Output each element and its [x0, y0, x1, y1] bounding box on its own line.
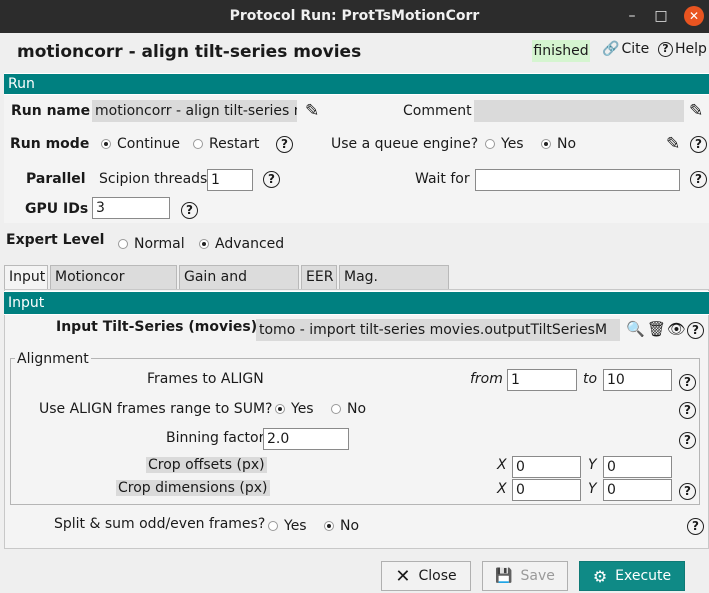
- queue-help-icon[interactable]: ?: [690, 136, 707, 153]
- save-button[interactable]: 💾 Save: [482, 561, 568, 591]
- expert-level-label: Expert Level: [6, 232, 105, 248]
- to-label: to: [583, 371, 598, 387]
- threads-label: Scipion threads: [99, 171, 208, 187]
- minimize-icon[interactable]: –: [622, 6, 642, 26]
- crop-offsets-x-label: X: [497, 457, 507, 473]
- save-icon: 💾: [495, 568, 513, 584]
- search-icon[interactable]: 🔍: [626, 320, 645, 338]
- binning-label: Binning factor: [166, 430, 265, 446]
- maximize-icon[interactable]: □: [651, 6, 671, 26]
- comment-label: Comment: [403, 103, 472, 119]
- run-mode-restart[interactable]: Restart: [193, 136, 259, 152]
- window-title: Protocol Run: ProtTsMotionCorr: [229, 8, 480, 24]
- radio-checked-icon: [101, 139, 111, 149]
- expert-normal[interactable]: Normal: [118, 236, 185, 252]
- queue-label: Use a queue engine?: [331, 136, 479, 152]
- comment-field[interactable]: [474, 100, 684, 122]
- edit-run-name-icon[interactable]: ✎: [305, 101, 319, 121]
- alignment-legend: Alignment: [15, 351, 91, 367]
- window-titlebar: Protocol Run: ProtTsMotionCorr – □ ✕: [0, 0, 709, 33]
- frames-from-input[interactable]: 1: [507, 369, 577, 391]
- split-sum-help-icon[interactable]: ?: [687, 518, 704, 535]
- run-mode-continue[interactable]: Continue: [101, 136, 180, 152]
- binning-input[interactable]: 2.0: [263, 428, 349, 450]
- run-mode-help-icon[interactable]: ?: [276, 136, 293, 153]
- queue-yes[interactable]: Yes: [485, 136, 524, 152]
- eye-icon[interactable]: 👁: [667, 320, 686, 338]
- gear-icon: ⚙: [592, 566, 608, 586]
- cite-label: Cite: [621, 41, 650, 57]
- crop-offsets-y-label: Y: [588, 457, 597, 473]
- radio-checked-icon: [541, 139, 551, 149]
- trash-icon[interactable]: 🗑: [647, 320, 666, 338]
- radio-unchecked-icon: [193, 139, 203, 149]
- sum-range-label: Use ALIGN frames range to SUM?: [39, 401, 273, 417]
- radio-checked-icon: [199, 239, 209, 249]
- crop-dims-y-input[interactable]: 0: [603, 479, 672, 501]
- wait-for-help-icon[interactable]: ?: [690, 171, 707, 188]
- radio-checked-icon: [275, 404, 285, 414]
- sum-range-no[interactable]: No: [331, 401, 366, 417]
- threads-help-icon[interactable]: ?: [263, 171, 280, 188]
- split-sum-label: Split & sum odd/even frames?: [54, 516, 266, 532]
- crop-dims-x-input[interactable]: 0: [512, 479, 581, 501]
- crop-offsets-x-input[interactable]: 0: [512, 456, 581, 478]
- run-name-label: Run name: [11, 103, 91, 119]
- help-label: Help: [675, 41, 707, 57]
- gpu-ids-input[interactable]: 3: [92, 197, 170, 219]
- frames-to-align-label: Frames to ALIGN: [147, 371, 264, 387]
- help-icon: ?: [658, 41, 673, 57]
- sum-range-help-icon[interactable]: ?: [679, 402, 696, 419]
- radio-checked-icon: [324, 521, 334, 531]
- split-sum-yes[interactable]: Yes: [268, 518, 307, 534]
- queue-no[interactable]: No: [541, 136, 576, 152]
- run-mode-label: Run mode: [10, 136, 90, 152]
- tab-gain-and-defects[interactable]: Gain and defects: [179, 265, 299, 307]
- edit-queue-icon[interactable]: ✎: [666, 134, 680, 154]
- edit-comment-icon[interactable]: ✎: [689, 101, 703, 121]
- threads-input[interactable]: 1: [207, 169, 253, 191]
- wait-for-label: Wait for: [415, 171, 470, 187]
- execute-button[interactable]: ⚙ Execute: [579, 561, 685, 591]
- close-window-icon[interactable]: ✕: [684, 6, 704, 26]
- input-tilt-series-field[interactable]: tomo - import tilt-series movies.outputT…: [256, 319, 620, 341]
- radio-unchecked-icon: [118, 239, 128, 249]
- tab-eer[interactable]: EER: [301, 265, 337, 289]
- tab-mag-correction[interactable]: Mag. correction: [339, 265, 449, 307]
- input-section-header: Input: [4, 291, 709, 315]
- run-name-field[interactable]: motioncorr - align tilt-series mo: [92, 100, 297, 122]
- cite-button[interactable]: 🔗 Cite: [602, 41, 649, 57]
- crop-offsets-label: Crop offsets (px): [146, 457, 267, 473]
- crop-dimensions-label: Crop dimensions (px): [116, 480, 270, 496]
- tab-motioncor-params[interactable]: Motioncor params: [50, 265, 177, 307]
- tab-input[interactable]: Input: [4, 265, 48, 289]
- close-button[interactable]: ✕ Close: [381, 561, 471, 591]
- crop-dims-x-label: X: [497, 481, 507, 497]
- parallel-label: Parallel: [26, 171, 86, 187]
- gpu-ids-help-icon[interactable]: ?: [181, 202, 198, 219]
- crop-dims-y-label: Y: [588, 481, 597, 497]
- protocol-title: motioncorr - align tilt-series movies: [17, 42, 362, 62]
- split-sum-no[interactable]: No: [324, 518, 359, 534]
- expert-advanced[interactable]: Advanced: [199, 236, 284, 252]
- radio-unchecked-icon: [485, 139, 495, 149]
- close-icon: ✕: [395, 565, 411, 587]
- crop-offsets-y-input[interactable]: 0: [603, 456, 672, 478]
- binning-help-icon[interactable]: ?: [679, 432, 696, 449]
- frames-help-icon[interactable]: ?: [679, 374, 696, 391]
- help-button[interactable]: ? Help: [658, 41, 707, 57]
- wait-for-input[interactable]: [475, 169, 680, 191]
- from-label: from: [470, 371, 503, 387]
- radio-unchecked-icon: [331, 404, 341, 414]
- crop-help-icon[interactable]: ?: [679, 483, 696, 500]
- input-help-icon[interactable]: ?: [687, 322, 704, 339]
- status-badge: finished: [532, 40, 590, 62]
- link-icon: 🔗: [602, 41, 620, 57]
- gpu-ids-label: GPU IDs: [25, 201, 89, 217]
- frames-to-input[interactable]: 10: [603, 369, 672, 391]
- radio-unchecked-icon: [268, 521, 278, 531]
- run-section-header: Run: [4, 73, 709, 95]
- input-tilt-series-label: Input Tilt-Series (movies): [56, 319, 258, 335]
- sum-range-yes[interactable]: Yes: [275, 401, 314, 417]
